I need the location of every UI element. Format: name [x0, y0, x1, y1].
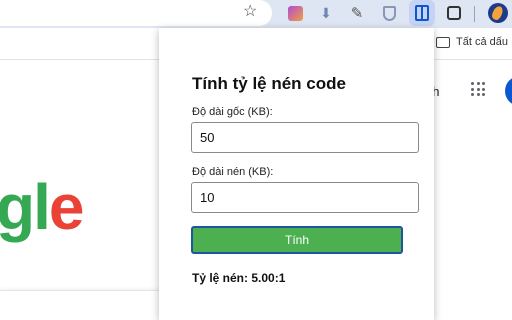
profile-icon[interactable] [488, 3, 508, 23]
search-box-edge [0, 290, 160, 320]
toolbar-divider [474, 6, 475, 22]
compressed-length-label: Độ dài nén (KB): [192, 166, 274, 178]
bookmark-folder-label[interactable]: Tất cả dấu [456, 36, 508, 48]
compressed-length-input[interactable] [191, 182, 419, 213]
folder-icon[interactable] [436, 37, 450, 48]
original-length-input[interactable] [191, 122, 419, 153]
extension-popup: Tính tỷ lệ nén code Độ dài gốc (KB): Độ … [159, 28, 434, 320]
calculate-button[interactable]: Tính [191, 226, 403, 254]
download-icon[interactable]: ⬇ [315, 2, 337, 24]
star-icon[interactable]: ☆ [243, 3, 257, 21]
color-picker-icon[interactable] [284, 2, 306, 24]
popup-title: Tính tỷ lệ nén code [192, 74, 346, 93]
compression-ratio-result: Tỷ lệ nén: 5.00:1 [192, 271, 286, 285]
note-icon[interactable]: ✎ [346, 2, 368, 24]
browser-toolbar: ☆ ⬇ ✎ [0, 0, 512, 28]
page-logo: gle [0, 171, 84, 243]
apps-grid-icon[interactable] [471, 82, 485, 96]
original-length-label: Độ dài gốc (KB): [192, 106, 273, 118]
puzzle-icon[interactable] [443, 2, 465, 24]
side-panel-icon[interactable] [409, 0, 435, 26]
sign-in-button[interactable] [505, 76, 512, 106]
address-bar[interactable] [0, 0, 272, 26]
shield-icon[interactable] [378, 2, 400, 24]
